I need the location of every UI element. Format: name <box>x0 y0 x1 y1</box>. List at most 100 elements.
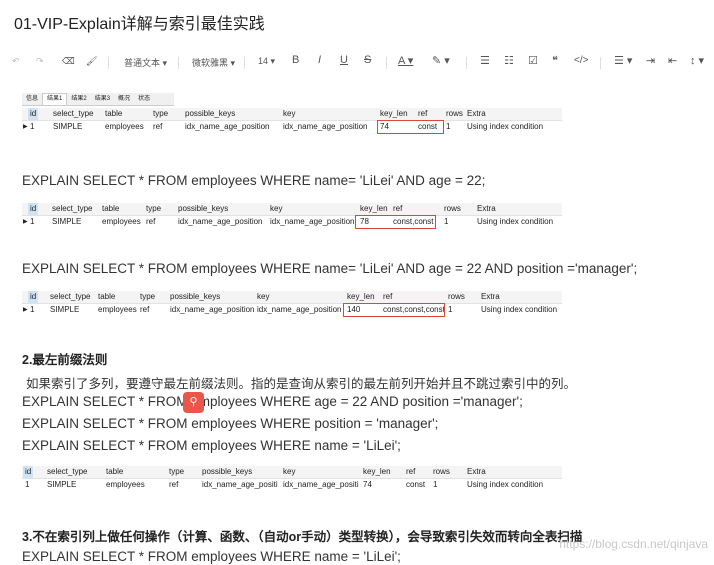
search-badge-icon[interactable]: ⚲ <box>183 392 204 413</box>
strikethrough-button[interactable]: S <box>364 54 371 66</box>
column-header-id[interactable]: id <box>28 291 39 303</box>
column-header-key[interactable]: key <box>281 108 297 120</box>
numbered-list-button[interactable]: ☷ <box>504 54 514 67</box>
column-header-table[interactable]: table <box>96 291 117 303</box>
column-header-type[interactable]: type <box>167 466 186 478</box>
column-header-possible-keys[interactable]: possible_keys <box>176 203 230 215</box>
checkbox-button[interactable]: ☑ <box>528 54 538 67</box>
quote-button[interactable]: ❝ <box>552 54 558 67</box>
bullet-list-button[interactable]: ☰ <box>480 54 490 67</box>
column-header-ref[interactable]: ref <box>404 466 417 478</box>
cell-type: ref <box>169 480 179 489</box>
column-header-select-type[interactable]: select_type <box>50 203 94 215</box>
sql-statement: EXPLAIN SELECT * FROM employees WHERE na… <box>22 438 401 453</box>
column-header-type[interactable]: type <box>144 203 163 215</box>
cell-table: employees <box>102 217 141 226</box>
column-header-id[interactable]: id <box>23 466 34 478</box>
cell-Extra: Using index condition <box>477 217 554 226</box>
line-height-dropdown[interactable]: ↕ ▾ <box>690 54 704 67</box>
column-header-key-len[interactable]: key_len <box>358 203 390 215</box>
tab-result2[interactable]: 结果2 <box>67 94 90 105</box>
column-header-table[interactable]: table <box>104 466 125 478</box>
column-header-rows[interactable]: rows <box>431 466 452 478</box>
cell-rows: 1 <box>433 480 438 489</box>
editor-toolbar: ↶ ↷ ⌫ 🖌 普通文本 ▾ 微软雅黑 ▾ 14 ▾ B I U S A ▾ ✎… <box>0 52 714 74</box>
cell-id: 1 <box>30 122 35 131</box>
font-family-dropdown[interactable]: 微软雅黑 ▾ <box>192 56 235 69</box>
cell-select-type: SIMPLE <box>52 217 82 226</box>
cell-possible-keys: idx_name_age_position <box>178 217 263 226</box>
highlight-box <box>377 120 444 134</box>
column-header-key-len[interactable]: key_len <box>378 108 410 120</box>
column-header-select-type[interactable]: select_type <box>48 291 92 303</box>
undo-button[interactable]: ↶ <box>12 56 20 67</box>
cell-select-type: SIMPLE <box>47 480 77 489</box>
row-pointer-icon: ▶ <box>23 219 28 225</box>
redo-button[interactable]: ↷ <box>36 56 44 67</box>
code-button[interactable]: </> <box>574 55 588 66</box>
column-header-table[interactable]: table <box>103 108 124 120</box>
paragraph: 如果索引了多列，要遵守最左前缀法则。指的是查询从索引的最左前列开始并且不跳过索引… <box>26 377 577 391</box>
column-header-id[interactable]: id <box>28 203 39 215</box>
cell-possible-keys: idx_name_age_position <box>185 122 270 131</box>
underline-button[interactable]: U <box>340 54 348 66</box>
row-pointer-icon: ▶ <box>23 307 28 313</box>
cell-key: idx_name_age_position <box>283 122 368 131</box>
tab-result1[interactable]: 结果1 <box>42 93 68 105</box>
cell-rows: 1 <box>448 305 453 314</box>
column-header-select-type[interactable]: select_type <box>45 466 89 478</box>
column-header-rows[interactable]: rows <box>442 203 463 215</box>
cell-rows: 1 <box>444 217 449 226</box>
cell-key: idx_name_age_position <box>257 305 342 314</box>
tab-status[interactable]: 状态 <box>134 94 154 105</box>
outdent-button[interactable]: ⇤ <box>668 54 677 67</box>
column-header-possible-keys[interactable]: possible_keys <box>200 466 254 478</box>
column-header-key-len[interactable]: key_len <box>361 466 393 478</box>
tab-overview[interactable]: 概况 <box>114 94 134 105</box>
cell-possible-keys: idx_name_age_positi <box>202 480 278 489</box>
column-header-select-type[interactable]: select_type <box>51 108 95 120</box>
column-header-ref[interactable]: ref <box>416 108 429 120</box>
align-dropdown[interactable]: ☰ ▾ <box>614 54 632 67</box>
cell-type: ref <box>153 122 163 131</box>
column-header-type[interactable]: type <box>151 108 170 120</box>
sql-statement: EXPLAIN SELECT * FROM employees WHERE na… <box>22 173 486 188</box>
column-header-type[interactable]: type <box>138 291 157 303</box>
column-header-Extra[interactable]: Extra <box>465 466 488 478</box>
column-header-rows[interactable]: rows <box>446 291 467 303</box>
column-header-rows[interactable]: rows <box>444 108 465 120</box>
eraser-icon[interactable]: ⌫ <box>62 56 75 67</box>
column-header-ref[interactable]: ref <box>381 291 394 303</box>
column-header-key[interactable]: key <box>268 203 284 215</box>
column-header-ref[interactable]: ref <box>391 203 404 215</box>
tab-result3[interactable]: 结果3 <box>91 94 114 105</box>
font-size-dropdown[interactable]: 14 ▾ <box>258 56 275 67</box>
column-header-key[interactable]: key <box>255 291 271 303</box>
column-header-key[interactable]: key <box>281 466 297 478</box>
highlight-button[interactable]: ✎ ▾ <box>432 54 450 67</box>
result-tabs: 信息 结果1 结果2 结果3 概况 状态 <box>22 93 174 106</box>
cell-table: employees <box>105 122 144 131</box>
column-header-Extra[interactable]: Extra <box>475 203 498 215</box>
sql-statement: EXPLAIN SELECT * FROM employees WHERE na… <box>22 261 638 276</box>
bold-button[interactable]: B <box>292 54 299 66</box>
tab-info[interactable]: 信息 <box>22 94 42 105</box>
font-color-button[interactable]: A ▾ <box>398 54 413 67</box>
italic-button[interactable]: I <box>318 54 321 66</box>
cell-id: 1 <box>30 217 35 226</box>
column-header-key-len[interactable]: key_len <box>345 291 377 303</box>
column-header-possible-keys[interactable]: possible_keys <box>183 108 237 120</box>
column-header-Extra[interactable]: Extra <box>479 291 502 303</box>
column-header-possible-keys[interactable]: possible_keys <box>168 291 222 303</box>
format-painter-icon[interactable]: 🖌 <box>86 56 97 67</box>
column-header-id[interactable]: id <box>28 108 39 120</box>
column-header-Extra[interactable]: Extra <box>465 108 488 120</box>
column-header-table[interactable]: table <box>100 203 121 215</box>
cell-select-type: SIMPLE <box>50 305 80 314</box>
cell-table: employees <box>98 305 137 314</box>
indent-button[interactable]: ⇥ <box>646 54 655 67</box>
paragraph-style-dropdown[interactable]: 普通文本 ▾ <box>124 56 167 69</box>
cell-id: 1 <box>30 305 35 314</box>
cell-key: idx_name_age_positi <box>283 480 359 489</box>
cell-Extra: Using index condition <box>467 480 544 489</box>
